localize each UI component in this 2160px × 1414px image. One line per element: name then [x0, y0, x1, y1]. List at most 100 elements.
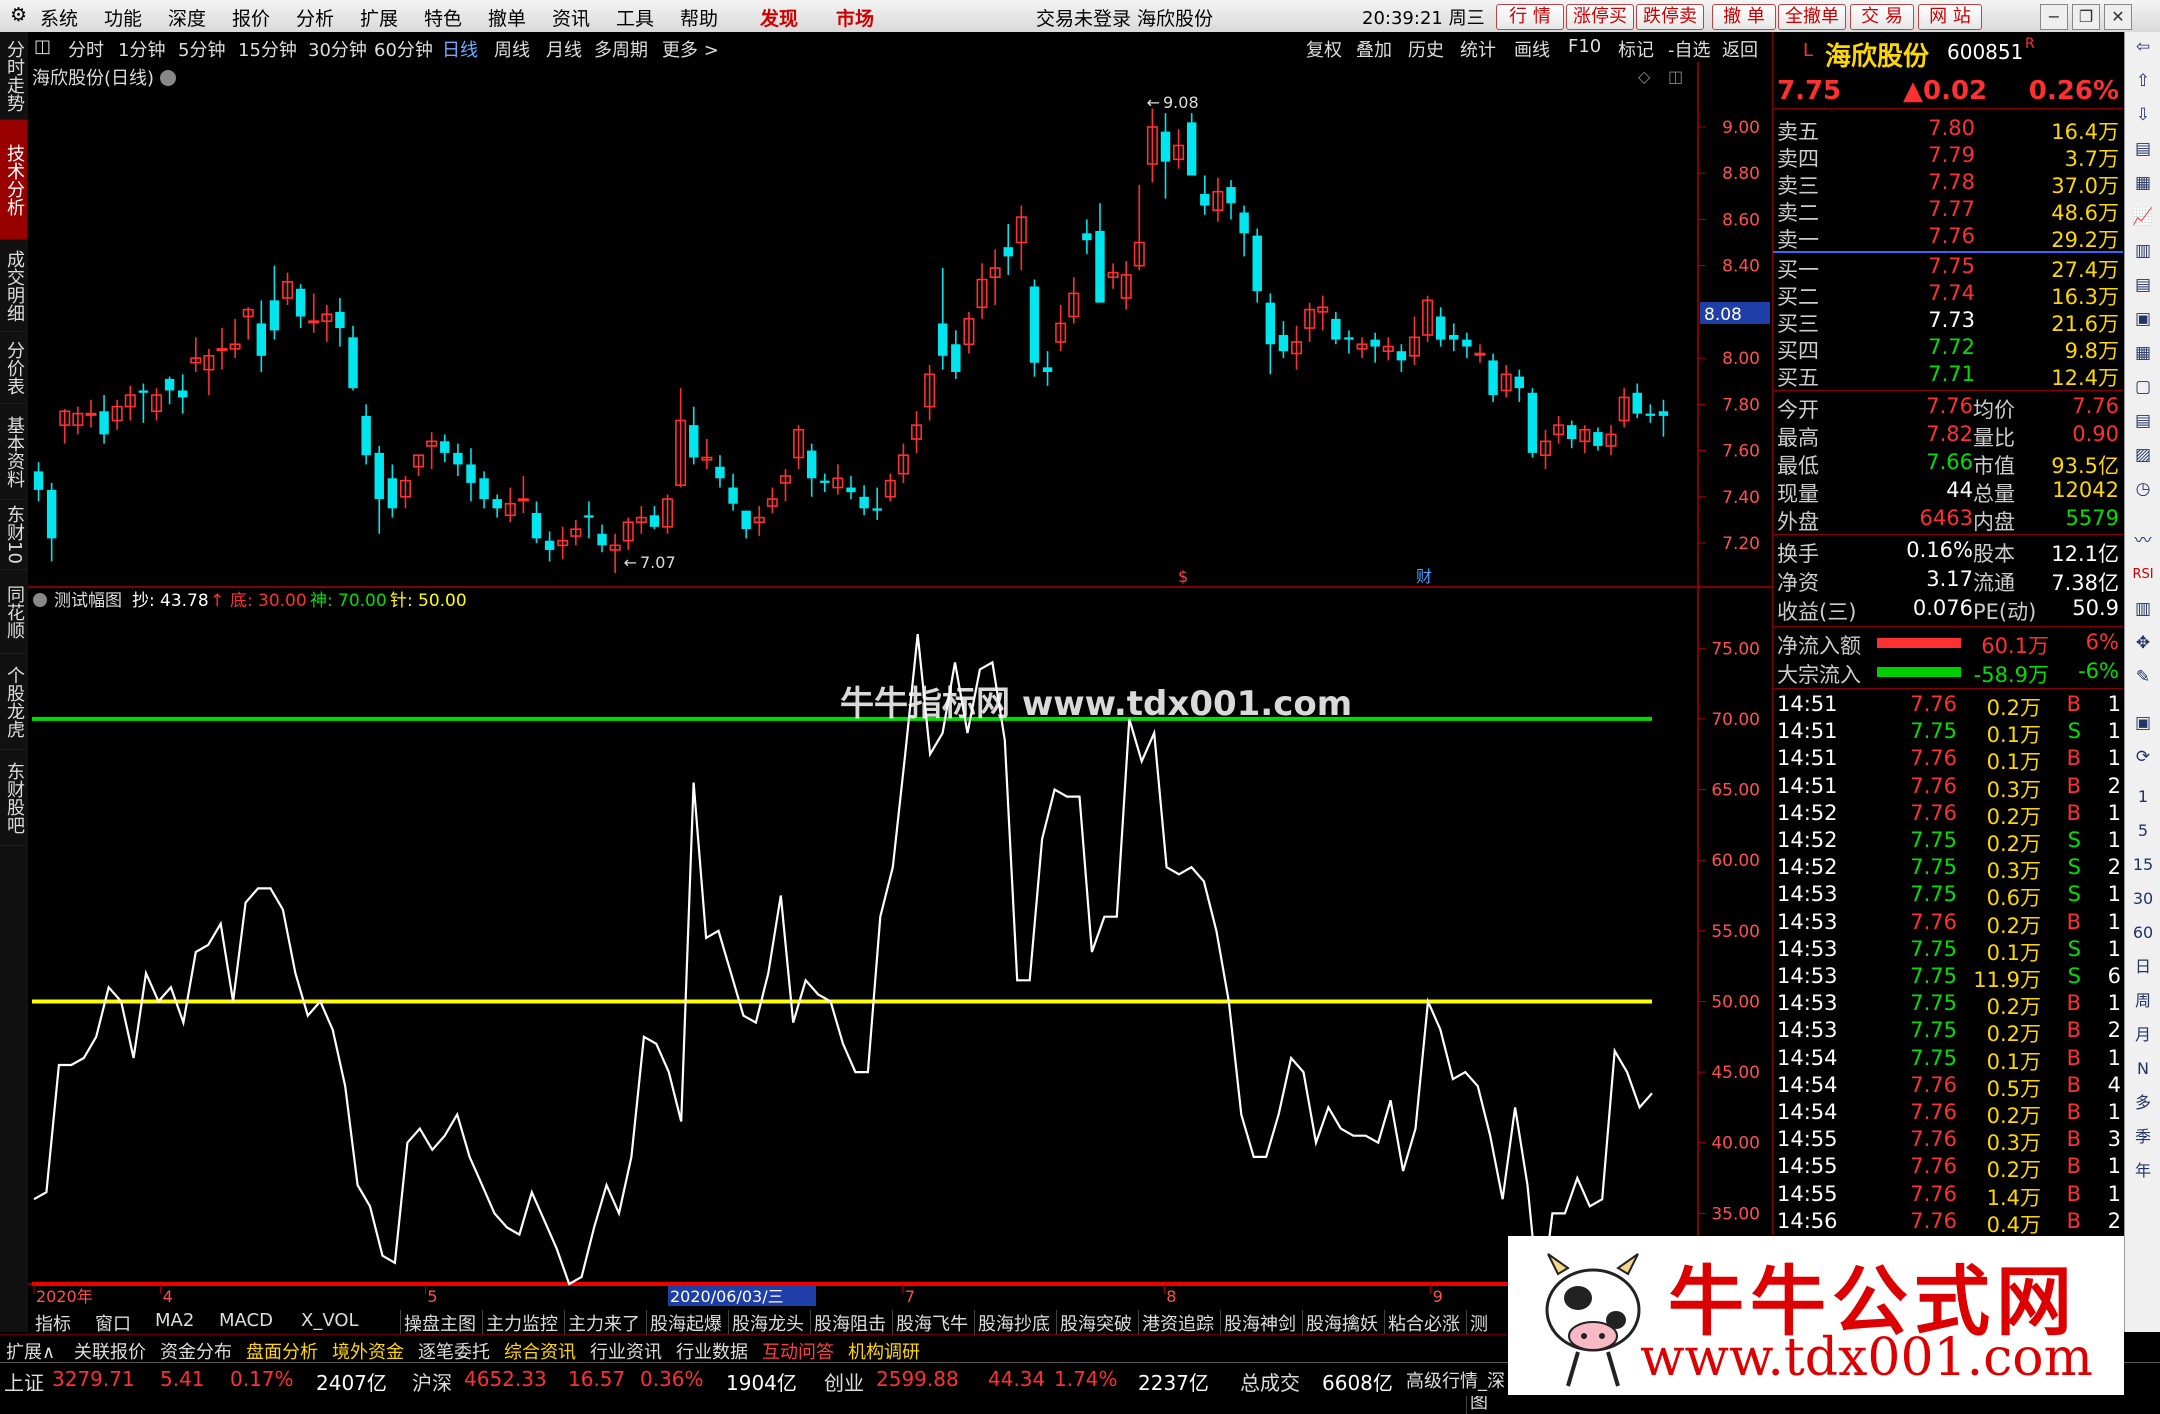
indicator-tab[interactable]: 指标 — [32, 1310, 74, 1336]
window-icon[interactable]: ◫ — [1668, 67, 1683, 86]
mark-button[interactable]: 标记 — [1618, 36, 1654, 62]
period-shortcut-日[interactable]: 日 — [2129, 954, 2157, 980]
draw-line-button[interactable]: 画线 — [1514, 36, 1550, 62]
period-daily[interactable]: 日线 — [442, 36, 478, 62]
menu-quote[interactable]: 报价 — [232, 4, 270, 31]
sidebar-tab-eastmoney10[interactable]: 东财10 — [0, 500, 27, 570]
extension-tab[interactable]: 逐笔委托 — [414, 1338, 494, 1364]
website-button[interactable]: 网 站 — [1918, 4, 1982, 30]
doc-icon[interactable]: ▤ — [2129, 408, 2157, 434]
period-monthly[interactable]: 月线 — [546, 36, 582, 62]
menu-depth[interactable]: 深度 — [168, 4, 206, 31]
period-weekly[interactable]: 周线 — [494, 36, 530, 62]
menu-cancel-order[interactable]: 撤单 — [488, 4, 526, 31]
period-shortcut-季[interactable]: 季 — [2129, 1124, 2157, 1150]
sidebar-tab-dragon-tiger[interactable]: 个股龙虎 — [0, 654, 27, 750]
period-5min[interactable]: 5分钟 — [178, 36, 225, 62]
indicator-tab[interactable]: 操盘主图 — [400, 1310, 479, 1336]
cy-label[interactable]: 创业 — [824, 1367, 864, 1396]
indicator-tab[interactable]: MACD — [216, 1310, 276, 1331]
indicator-tab[interactable]: 股海阻击 — [810, 1310, 889, 1336]
period-shortcut-年[interactable]: 年 — [2129, 1158, 2157, 1184]
extension-tab[interactable]: 行业资讯 — [586, 1338, 666, 1364]
restore-icon[interactable]: ❐ — [2072, 4, 2100, 30]
indicator-tab[interactable]: 港资追踪 — [1138, 1310, 1217, 1336]
line-chart-icon[interactable]: 📈 — [2129, 204, 2157, 230]
menu-discover[interactable]: 发现 — [760, 4, 798, 31]
indicator-tab[interactable]: MA2 — [152, 1310, 197, 1331]
menu-market[interactable]: 市场 — [836, 4, 874, 31]
extension-tab[interactable]: 资金分布 — [156, 1338, 236, 1364]
extension-tab[interactable]: 盘面分析 — [242, 1338, 322, 1364]
indicator-tab[interactable]: 股海突破 — [1056, 1310, 1135, 1336]
period-shortcut-5[interactable]: 5 — [2129, 818, 2157, 844]
indicator-tab[interactable]: 股海抄底 — [974, 1310, 1053, 1336]
menu-extend[interactable]: 扩展 — [360, 4, 398, 31]
sidebar-tab-basic-info[interactable]: 基本资料 — [0, 404, 27, 500]
back-button[interactable]: 返回 — [1722, 36, 1758, 62]
cancel-all-button[interactable]: 全撤单 — [1778, 4, 1846, 30]
rsi-icon[interactable]: RSI — [2129, 562, 2157, 588]
sheet-icon[interactable]: ▤ — [2129, 136, 2157, 162]
history-button[interactable]: 历史 — [1408, 36, 1444, 62]
table-icon[interactable]: ▦ — [2129, 340, 2157, 366]
overlay-button[interactable]: 叠加 — [1356, 36, 1392, 62]
move-icon[interactable]: ✥ — [2129, 630, 2157, 656]
indicator-tab[interactable]: 股海龙头 — [728, 1310, 807, 1336]
list-icon[interactable]: ▤ — [2129, 272, 2157, 298]
refresh-icon[interactable]: ⟳ — [2129, 744, 2157, 770]
indicator-tab[interactable]: X_VOL — [298, 1310, 362, 1331]
period-intraday[interactable]: 分时 — [68, 36, 104, 62]
period-30min[interactable]: 30分钟 — [308, 36, 367, 62]
menu-help[interactable]: 帮助 — [680, 4, 718, 31]
indicator-settings-icon[interactable] — [33, 593, 47, 607]
stats-button[interactable]: 统计 — [1460, 36, 1496, 62]
period-shortcut-多[interactable]: 多 — [2129, 1090, 2157, 1116]
period-shortcut-周[interactable]: 周 — [2129, 988, 2157, 1014]
sidebar-tab-intraday[interactable]: 分时走势 — [0, 32, 27, 120]
extension-tab[interactable]: 扩展∧ — [2, 1338, 59, 1364]
minimize-icon[interactable]: − — [2040, 4, 2068, 30]
arrow-down-icon[interactable]: ⇩ — [2129, 102, 2157, 128]
wave-icon[interactable]: 〰 — [2129, 528, 2157, 554]
menu-special[interactable]: 特色 — [424, 4, 462, 31]
app-logo-icon[interactable]: ⚙ — [10, 4, 27, 26]
extension-tab[interactable]: 行业数据 — [672, 1338, 752, 1364]
limit-up-buy-button[interactable]: 涨停买 — [1566, 4, 1634, 30]
indicator-tab[interactable]: 股海飞牛 — [892, 1310, 971, 1336]
clock-icon[interactable]: ◷ — [2129, 476, 2157, 502]
panel-toggle-icon[interactable]: ◫ — [34, 36, 51, 57]
indicator-tab[interactable]: 股海擒妖 — [1302, 1310, 1381, 1336]
watchlist-button[interactable]: -自选 — [1668, 36, 1711, 62]
note-icon[interactable]: ▢ — [2129, 374, 2157, 400]
period-more[interactable]: 更多 > — [662, 36, 719, 62]
extension-tab[interactable]: 境外资金 — [328, 1338, 408, 1364]
cancel-order-button[interactable]: 撤 单 — [1712, 4, 1776, 30]
arrow-left-icon[interactable]: ⇦ — [2129, 34, 2157, 60]
extension-tab[interactable]: 关联报价 — [70, 1338, 150, 1364]
period-shortcut-15[interactable]: 15 — [2129, 852, 2157, 878]
sidebar-tab-price-table[interactable]: 分价表 — [0, 332, 27, 404]
finance-marker[interactable]: 财 — [1416, 567, 1432, 586]
grid-icon[interactable]: ▦ — [2129, 170, 2157, 196]
period-multi[interactable]: 多周期 — [594, 36, 648, 62]
menu-function[interactable]: 功能 — [104, 4, 142, 31]
period-15min[interactable]: 15分钟 — [238, 36, 297, 62]
chart-settings-icon[interactable] — [160, 70, 176, 86]
adjust-button[interactable]: 复权 — [1306, 36, 1342, 62]
indicator-tab[interactable]: 窗口 — [92, 1310, 134, 1336]
dividend-marker[interactable]: $ — [1178, 567, 1188, 586]
period-1min[interactable]: 1分钟 — [118, 36, 165, 62]
menu-news[interactable]: 资讯 — [552, 4, 590, 31]
sidebar-tab-ths10[interactable]: 同花顺10 — [0, 570, 27, 654]
quote-button[interactable]: 行 情 — [1496, 4, 1564, 30]
period-shortcut-60[interactable]: 60 — [2129, 920, 2157, 946]
arrow-up-icon[interactable]: ⇧ — [2129, 68, 2157, 94]
bars-icon[interactable]: ▥ — [2129, 596, 2157, 622]
extension-tab[interactable]: 互动问答 — [758, 1338, 838, 1364]
indicator-tab[interactable]: 主力来了 — [564, 1310, 643, 1336]
indicator-tab[interactable]: 粘合必涨 — [1384, 1310, 1463, 1336]
extension-tab[interactable]: 综合资讯 — [500, 1338, 580, 1364]
menu-tools[interactable]: 工具 — [616, 4, 654, 31]
sidebar-tab-forum[interactable]: 东财股吧 — [0, 750, 27, 846]
